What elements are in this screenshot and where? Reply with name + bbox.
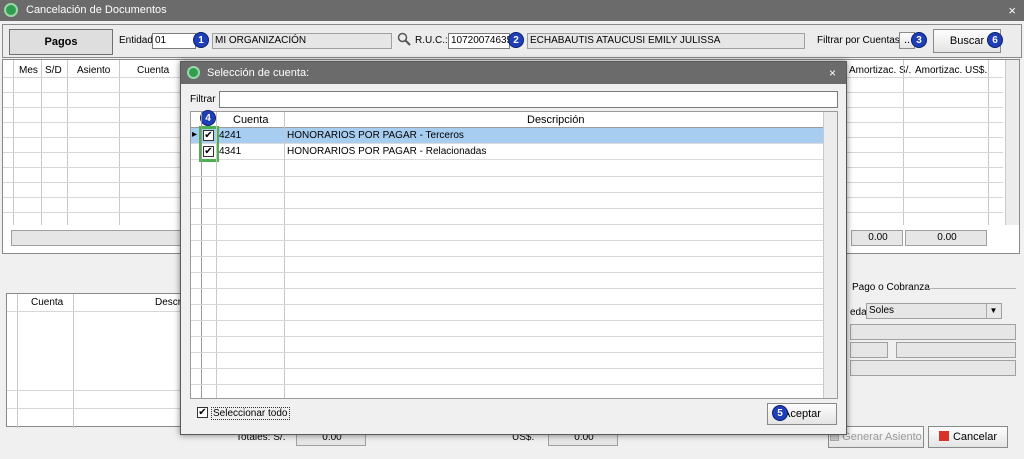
- badge-3: 3: [911, 32, 927, 48]
- account-row[interactable]: ▸ ✔ 4241 HONORARIOS POR PAGAR - Terceros: [191, 128, 823, 144]
- accounts-grid-header: Cuenta Descripción: [191, 112, 823, 128]
- payment-field-2: [850, 342, 888, 358]
- ruc-input[interactable]: 10720074635: [448, 33, 510, 49]
- col-mes: Mes: [19, 65, 38, 76]
- ruc-label: R.U.C.:: [415, 35, 448, 46]
- account-selection-dialog: Selección de cuenta: × Filtrar Cuenta De…: [180, 61, 847, 435]
- pagos-button[interactable]: Pagos: [9, 29, 113, 55]
- seleccionar-todo-label: Seleccionar todo: [211, 407, 290, 420]
- payment-field-3: [896, 342, 1016, 358]
- detail-grid: Cuenta Descri: [6, 293, 183, 428]
- account-row[interactable]: ✔ 4341 HONORARIOS POR PAGAR - Relacionad…: [191, 144, 823, 160]
- search-icon[interactable]: [397, 32, 411, 46]
- col-detail-cuenta: Cuenta: [31, 297, 64, 308]
- col-cuenta: Cuenta: [137, 65, 170, 76]
- badge-2: 2: [508, 32, 524, 48]
- razon-social-field: ECHABAUTIS ATAUCUSI EMILY JULISSA: [527, 33, 805, 49]
- filtrar-input[interactable]: [219, 91, 838, 108]
- accounts-grid: Cuenta Descripción ▸ ✔ 4241 HONORARIOS P…: [190, 110, 838, 399]
- row-cuenta: 4241: [219, 130, 242, 141]
- organizacion-field: MI ORGANIZACIÓN: [212, 33, 392, 49]
- row-cuenta: 4341: [219, 146, 242, 157]
- payment-panel: Pago o Cobranza eda: Soles ▼: [848, 278, 1018, 418]
- seleccionar-todo-box[interactable]: ✔: [197, 407, 208, 418]
- dialog-close-icon[interactable]: ×: [829, 66, 836, 80]
- col-descripcion-header: Descripción: [527, 114, 585, 126]
- total-usd: 0.00: [905, 230, 987, 246]
- payment-field-1: [850, 324, 1016, 340]
- col-cuenta-header: Cuenta: [233, 114, 269, 126]
- col-asiento: Asiento: [77, 65, 111, 76]
- entidad-input[interactable]: 01: [152, 33, 196, 49]
- close-icon[interactable]: ×: [1008, 3, 1016, 18]
- dialog-titlebar: Selección de cuenta: ×: [181, 62, 846, 84]
- entidad-label: Entidad: [119, 35, 153, 46]
- row-descripcion: HONORARIOS POR PAGAR - Terceros: [287, 130, 464, 141]
- cancelar-button[interactable]: Cancelar: [928, 426, 1008, 448]
- badge-6: 6: [987, 32, 1003, 48]
- window-title: Cancelación de Documentos: [26, 4, 167, 16]
- summary-field: [11, 230, 181, 246]
- chevron-down-icon[interactable]: ▼: [986, 304, 1000, 318]
- row-descripcion: HONORARIOS POR PAGAR - Relacionadas: [287, 146, 487, 157]
- vertical-scrollbar[interactable]: [1005, 60, 1019, 225]
- total-soles: 0.00: [851, 230, 903, 246]
- row-pointer-icon: ▸: [192, 129, 198, 140]
- col-amortizac-soles: Amortizac. S/.: [849, 65, 912, 76]
- window-titlebar: Cancelación de Documentos ×: [0, 0, 1024, 21]
- badge-4: 4: [200, 110, 216, 126]
- dialog-title: Selección de cuenta:: [207, 67, 310, 79]
- filtrar-cuentas-label: Filtrar por Cuentas:: [817, 35, 903, 46]
- app-logo-icon: [4, 3, 18, 17]
- dialog-scrollbar[interactable]: [823, 112, 837, 398]
- col-sd: S/D: [45, 65, 62, 76]
- col-amortizac-usd: Amortizac. US$.: [915, 65, 988, 76]
- moneda-select[interactable]: Soles: [866, 303, 1002, 319]
- dialog-logo-icon: [187, 66, 200, 79]
- badge-5: 5: [772, 405, 788, 421]
- badge-1: 1: [193, 32, 209, 48]
- filter-toolbar: Pagos Entidad 01 1 MI ORGANIZACIÓN R.U.C…: [2, 24, 1022, 58]
- exit-icon: [938, 431, 949, 441]
- payment-field-4: [850, 360, 1016, 376]
- cancelar-label: Cancelar: [952, 431, 998, 443]
- filtrar-label: Filtrar: [190, 94, 216, 105]
- generar-asiento-label: Generar Asiento: [842, 431, 922, 443]
- pago-cobranza-label: Pago o Cobranza: [852, 282, 930, 293]
